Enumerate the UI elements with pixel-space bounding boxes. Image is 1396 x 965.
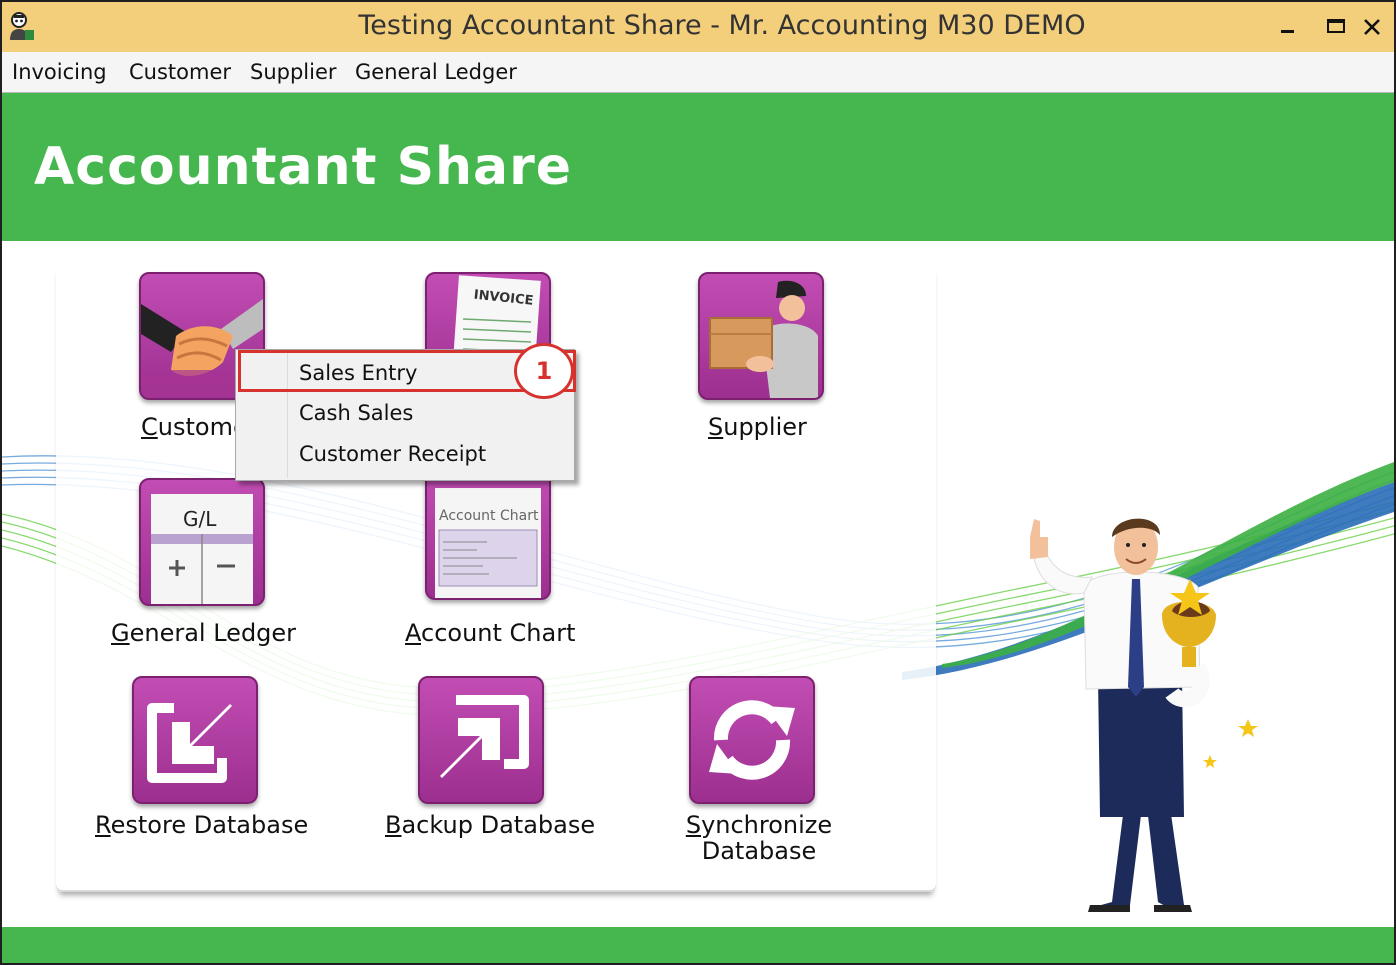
menu-bar: Invoicing Customer Supplier General Ledg… xyxy=(2,52,1394,93)
arrow-up-right-icon xyxy=(440,695,529,778)
app-window: Testing Accountant Share - Mr. Accountin… xyxy=(0,0,1396,965)
supplier-tile[interactable] xyxy=(698,272,824,400)
customer-tile-label[interactable]: Custome xyxy=(141,414,248,440)
menu-item-cash-sales[interactable]: Cash Sales xyxy=(299,396,413,430)
svg-text:G/L: G/L xyxy=(183,507,217,531)
svg-text:Account Chart: Account Chart xyxy=(439,508,539,524)
close-icon xyxy=(1364,19,1380,35)
delivery-man-icon xyxy=(709,280,818,398)
businessman-mascot-illustration xyxy=(1030,518,1258,912)
minimize-icon xyxy=(1281,30,1294,33)
footer-bar xyxy=(2,927,1394,963)
arrow-down-left-icon xyxy=(147,703,232,783)
sync-arrows-icon xyxy=(709,700,795,780)
account-chart-tile[interactable]: Account Chart xyxy=(425,472,551,600)
step-callout-badge: 1 xyxy=(514,343,574,399)
menu-customer[interactable]: Customer xyxy=(129,52,231,92)
menu-item-customer-receipt[interactable]: Customer Receipt xyxy=(299,437,486,471)
menu-supplier[interactable]: Supplier xyxy=(250,52,337,92)
synchronize-database-tile[interactable] xyxy=(689,676,815,804)
window-title: Testing Accountant Share - Mr. Accountin… xyxy=(358,10,1086,41)
maximize-icon xyxy=(1327,19,1345,33)
page-title: Accountant Share xyxy=(34,137,573,197)
menu-general-ledger[interactable]: General Ledger xyxy=(355,52,517,92)
minimize-button[interactable] xyxy=(1264,2,1312,52)
gl-ledger-icon: G/L xyxy=(151,494,253,604)
restore-database-tile-label[interactable]: Restore Database xyxy=(95,812,308,838)
backup-database-tile-label[interactable]: Backup Database xyxy=(385,812,595,838)
header-banner: Accountant Share xyxy=(2,93,1394,241)
general-ledger-tile-label[interactable]: General Ledger xyxy=(111,620,296,646)
general-ledger-tile[interactable]: G/L xyxy=(139,478,265,606)
close-button[interactable] xyxy=(1350,2,1394,52)
restore-database-tile[interactable] xyxy=(132,676,258,804)
account-chart-icon: Account Chart xyxy=(435,488,541,598)
account-chart-tile-label[interactable]: Account Chart xyxy=(405,620,576,646)
title-bar[interactable]: Testing Accountant Share - Mr. Accountin… xyxy=(2,2,1394,52)
supplier-tile-label[interactable]: Supplier xyxy=(708,414,807,440)
backup-database-tile[interactable] xyxy=(418,676,544,804)
synchronize-database-tile-label[interactable]: Synchronize Database xyxy=(684,812,834,864)
menu-invoicing[interactable]: Invoicing xyxy=(12,52,107,92)
